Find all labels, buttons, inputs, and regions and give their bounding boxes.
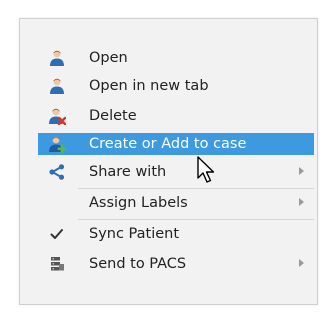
context-menu: Open Open in new tab Delete Create or Ad… [19,18,318,305]
mouse-cursor-icon [197,156,215,183]
menu-item-share-with[interactable]: Share with [38,161,314,183]
menu-item-open-in-new-tab[interactable]: Open in new tab [38,75,314,97]
person-icon [50,50,64,66]
menu-divider [78,188,314,189]
submenu-arrow-icon [299,198,304,206]
menu-item-label: Sync Patient [89,226,180,242]
menu-divider [78,219,314,220]
menu-item-label: Send to PACS [89,256,187,272]
menu-item-sync-patient[interactable]: Sync Patient [38,223,314,245]
menu-item-label: Open in new tab [89,78,209,94]
menu-item-label: Open [89,50,128,66]
menu-item-label: Share with [89,164,167,180]
menu-item-send-to-pacs[interactable]: Send to PACS [38,253,314,275]
menu-item-label: Assign Labels [89,195,188,211]
submenu-arrow-icon [299,259,304,267]
share-icon [49,164,65,180]
menu-item-label: Delete [89,108,137,124]
person-icon [50,78,64,94]
checkmark-icon [50,229,63,239]
menu-item-create-or-add-to-case[interactable]: Create or Add to case [38,133,314,155]
menu-item-assign-labels[interactable]: Assign Labels [38,192,314,214]
menu-item-label: Create or Add to case [89,136,247,152]
menu-item-open[interactable]: Open [38,47,314,69]
person-delete-icon [49,108,66,125]
person-add-icon [49,136,66,153]
menu-item-delete[interactable]: Delete [38,105,314,127]
server-icon [51,257,64,271]
submenu-arrow-icon [299,167,304,175]
